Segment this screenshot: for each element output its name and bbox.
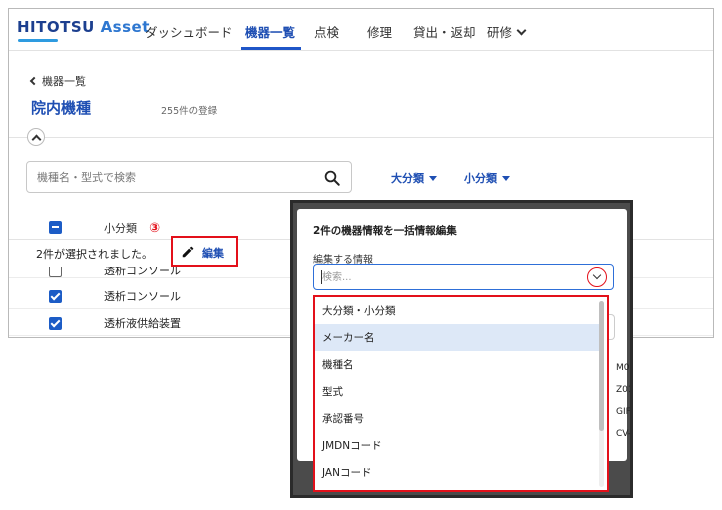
column-header-minor-category[interactable]: 小分類	[104, 220, 137, 236]
option-model-name[interactable]: 機種名	[315, 351, 601, 378]
option-label: 大分類・小分類	[322, 305, 396, 317]
row-checkbox[interactable]	[49, 317, 62, 330]
nav-inspection[interactable]: 点検	[314, 22, 339, 41]
option-label: 機種名	[322, 359, 354, 371]
divider	[9, 137, 713, 138]
edit-field-select[interactable]	[313, 264, 614, 290]
logo[interactable]: HITOTSU Asset	[17, 18, 150, 36]
background-code-text: M00	[616, 363, 630, 373]
option-label: メーカー名	[322, 332, 375, 344]
minor-category-label: 小分類	[464, 172, 497, 185]
select-all-checkbox[interactable]	[49, 221, 62, 234]
search-icon[interactable]	[323, 169, 341, 187]
row-checkbox[interactable]	[49, 267, 62, 277]
nav-dashboard[interactable]: ダッシュボード	[145, 22, 233, 41]
registered-count: 255件の登録	[161, 106, 218, 117]
option-model-number[interactable]: 型式	[315, 378, 601, 405]
row-name: 透析液供給装置	[104, 317, 181, 330]
background-code-text: CV-	[616, 429, 632, 439]
row-name: 透析コンソール	[104, 290, 181, 303]
row-name: 透析コンソール	[104, 267, 181, 277]
caret-down-icon	[502, 176, 510, 181]
edit-button-label: 編集	[202, 247, 224, 260]
nav-equipment-list[interactable]: 機器一覧	[245, 22, 295, 41]
chevron-down-icon	[516, 25, 527, 36]
logo-underline	[18, 39, 58, 42]
option-jan-code[interactable]: JANコード	[315, 459, 601, 486]
dropdown-chevron-icon[interactable]	[587, 267, 607, 287]
edit-field-search-input[interactable]	[322, 270, 572, 284]
top-navigation-bar: HITOTSU Asset ダッシュボード 機器一覧 点検 修理 貸出・返却 研…	[9, 9, 713, 51]
option-jmdn-code[interactable]: JMDNコード	[315, 432, 601, 459]
option-category[interactable]: 大分類・小分類	[315, 297, 601, 324]
pencil-icon	[182, 246, 194, 258]
caret-down-icon	[429, 176, 437, 181]
option-approval-number[interactable]: 承認番号	[315, 405, 601, 432]
collapse-chevron-up-icon[interactable]	[27, 128, 45, 146]
option-label: JANコード	[322, 467, 372, 479]
page-title: 院内機種	[31, 99, 92, 117]
major-category-filter[interactable]: 大分類	[391, 170, 437, 186]
background-code-text: GIF	[616, 407, 631, 417]
breadcrumb-back-link[interactable]: 機器一覧	[29, 73, 86, 89]
search-box	[26, 161, 352, 193]
option-label: 承認番号	[322, 413, 364, 425]
selection-count-text: 2件が選択されました。	[36, 248, 153, 261]
option-manufacturer[interactable]: メーカー名	[315, 324, 601, 351]
logo-text: HITOTSU	[17, 18, 95, 36]
major-category-label: 大分類	[391, 172, 424, 185]
nav-lending-return[interactable]: 貸出・返却	[413, 22, 476, 41]
chevron-left-icon	[29, 76, 39, 86]
nav-training-label: 研修	[487, 25, 513, 40]
active-nav-indicator	[241, 47, 301, 50]
step-marker: ③	[149, 221, 161, 236]
row-checkbox[interactable]	[49, 290, 62, 303]
option-label: 型式	[322, 386, 343, 398]
dialog-title: 2件の機器情報を一括情報編集	[313, 225, 457, 237]
option-label: JMDNコード	[322, 440, 382, 452]
minor-category-filter[interactable]: 小分類	[464, 170, 510, 186]
nav-training[interactable]: 研修	[487, 22, 527, 41]
nav-repair[interactable]: 修理	[367, 22, 392, 41]
edit-field-options-list: 大分類・小分類 メーカー名 機種名 型式 承認番号 JMDNコード JANコード	[313, 295, 609, 492]
edit-button[interactable]: 編集	[171, 236, 238, 267]
bulk-edit-modal-screenshot: 2件の機器情報を一括情報編集 編集する情報 M00 Z01 GIF CV- 大分…	[290, 200, 633, 498]
background-code-text: Z01	[616, 385, 633, 395]
search-input[interactable]	[37, 168, 307, 186]
scrollbar-thumb[interactable]	[599, 301, 604, 431]
breadcrumb-label: 機器一覧	[42, 75, 86, 88]
logo-text-accent: Asset	[100, 18, 150, 36]
